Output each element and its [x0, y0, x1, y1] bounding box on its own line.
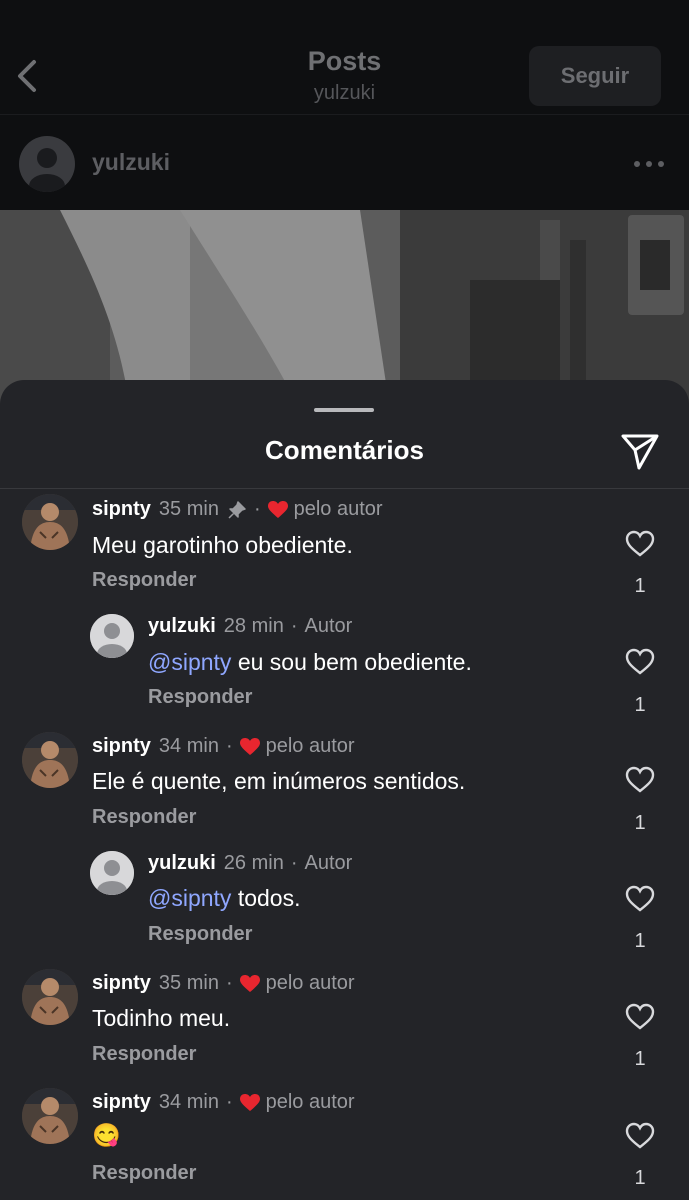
comment-username[interactable]: yulzuki — [148, 615, 216, 638]
heart-filled-icon — [239, 974, 260, 992]
comment-text: Ele é quente, em inúmeros sentidos. — [92, 768, 466, 794]
comment-meta: yulzuki 28 min · Autor — [148, 615, 353, 638]
like-count: 1 — [634, 930, 646, 952]
comment-username[interactable]: yulzuki — [148, 852, 216, 875]
avatar[interactable] — [19, 136, 75, 192]
liked-by-author-label: pelo autor — [265, 735, 355, 757]
comment-meta: sipnty 35 min · pelo autor — [92, 498, 383, 521]
heart-outline-icon[interactable] — [625, 648, 655, 676]
comment-text: 😋 — [92, 1122, 121, 1148]
avatar[interactable] — [22, 494, 78, 550]
comment-username[interactable]: sipnty — [92, 972, 151, 995]
avatar[interactable] — [90, 614, 134, 658]
comment-time: 35 min — [158, 498, 219, 520]
avatar[interactable] — [22, 969, 78, 1025]
author-label: Autor — [304, 615, 353, 637]
comment-meta: yulzuki 26 min · Autor — [148, 852, 353, 875]
mention-link[interactable]: @sipnty — [148, 885, 231, 911]
heart-outline-icon[interactable] — [625, 1003, 655, 1031]
comment-text: Meu garotinho obediente. — [92, 532, 353, 558]
comment-time: 26 min — [223, 852, 284, 874]
sheet-title: Comentários — [265, 435, 424, 465]
comment-text: @sipnty eu sou bem obediente. — [148, 649, 472, 675]
avatar[interactable] — [22, 732, 78, 788]
pin-icon — [228, 500, 246, 519]
heart-outline-icon[interactable] — [625, 1122, 655, 1150]
liked-by-author-label: pelo autor — [265, 972, 355, 994]
top-bar: Posts yulzuki Seguir — [0, 0, 689, 115]
like-count: 1 — [634, 1048, 646, 1070]
comment-meta: sipnty 35 min · pelo autor — [92, 972, 355, 995]
author-username[interactable]: yulzuki — [92, 149, 170, 176]
comment-meta: sipnty 34 min · pelo autor — [92, 1091, 355, 1114]
heart-filled-icon — [239, 1093, 260, 1111]
like-count: 1 — [634, 1167, 646, 1189]
author-label: Autor — [304, 852, 353, 874]
like-count: 1 — [634, 575, 646, 597]
heart-filled-icon — [239, 737, 260, 755]
like-count: 1 — [634, 694, 646, 716]
comment-username[interactable]: sipnty — [92, 498, 151, 521]
reply-button[interactable]: Responder — [92, 1043, 196, 1066]
comment-text: @sipnty todos. — [148, 885, 301, 911]
comment-time: 28 min — [223, 615, 284, 637]
mention-link[interactable]: @sipnty — [148, 649, 231, 675]
liked-by-author-label: pelo autor — [293, 498, 383, 520]
heart-filled-icon — [267, 500, 288, 518]
send-icon[interactable] — [619, 430, 661, 472]
post-author-row: yulzuki — [0, 115, 689, 210]
avatar[interactable] — [90, 851, 134, 895]
comment-time: 34 min — [158, 735, 219, 757]
reply-button[interactable]: Responder — [148, 686, 252, 709]
more-horizontal-icon[interactable] — [632, 159, 666, 169]
divider — [0, 488, 689, 489]
follow-button[interactable]: Seguir — [529, 46, 661, 106]
sheet-drag-handle[interactable] — [314, 408, 374, 412]
liked-by-author-label: pelo autor — [265, 1091, 355, 1113]
reply-button[interactable]: Responder — [148, 923, 252, 946]
comment-time: 34 min — [158, 1091, 219, 1113]
reply-button[interactable]: Responder — [92, 806, 196, 829]
heart-outline-icon[interactable] — [625, 766, 655, 794]
comment-time: 35 min — [158, 972, 219, 994]
comment-meta: sipnty 34 min · pelo autor — [92, 735, 355, 758]
like-count: 1 — [634, 812, 646, 834]
reply-button[interactable]: Responder — [92, 1162, 196, 1185]
heart-outline-icon[interactable] — [625, 530, 655, 558]
comment-text: Todinho meu. — [92, 1005, 231, 1031]
heart-outline-icon[interactable] — [625, 885, 655, 913]
comment-username[interactable]: sipnty — [92, 735, 151, 758]
avatar[interactable] — [22, 1088, 78, 1144]
comment-username[interactable]: sipnty — [92, 1091, 151, 1114]
reply-button[interactable]: Responder — [92, 569, 196, 592]
